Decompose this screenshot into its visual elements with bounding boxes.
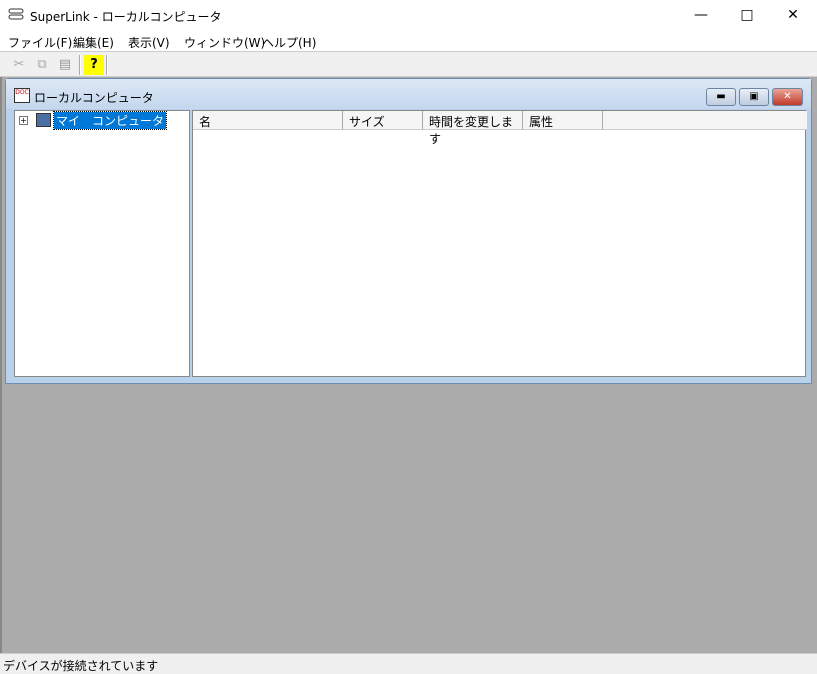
menu-edit[interactable]: 編集(E)	[73, 34, 114, 51]
toolbar-separator	[106, 55, 108, 75]
doc-icon: DOC	[14, 88, 30, 103]
menu-view[interactable]: 表示(V)	[128, 34, 170, 51]
maximize-button[interactable]: □	[724, 0, 770, 31]
column-attributes[interactable]: 属性	[523, 111, 603, 130]
local-computer-window: DOC ローカルコンピュータ ▬ ▣ ✕ + マイ コンピュータ 名 サイズ 時…	[5, 78, 812, 384]
help-icon[interactable]: ?	[84, 55, 104, 75]
toolbar-separator	[79, 55, 81, 75]
status-bar: デバイスが接続されています	[0, 653, 817, 674]
toolbar: ✂ ⧉ ▤ ?	[0, 51, 817, 77]
window-title: SuperLink - ローカルコンピュータ	[30, 10, 222, 24]
menu-file[interactable]: ファイル(F)	[8, 34, 72, 51]
status-text: デバイスが接続されています	[3, 659, 159, 673]
app-icon	[8, 7, 24, 23]
copy-icon[interactable]: ⧉	[32, 55, 52, 75]
menu-bar: ファイル(F) 編集(E) 表示(V) ウィンドウ(W) ヘルプ(H)	[0, 31, 817, 51]
expand-icon[interactable]: +	[19, 116, 28, 125]
title-bar: SuperLink - ローカルコンピュータ — □ ✕	[0, 0, 817, 31]
paste-icon[interactable]: ▤	[55, 55, 75, 75]
column-size[interactable]: サイズ	[343, 111, 423, 130]
child-title-bar: DOC ローカルコンピュータ ▬ ▣ ✕	[6, 79, 811, 109]
cut-icon[interactable]: ✂	[9, 55, 29, 75]
tree-item-my-computer[interactable]: マイ コンピュータ	[52, 111, 168, 130]
close-button[interactable]: ✕	[770, 0, 816, 31]
mdi-area: DOC ローカルコンピュータ ▬ ▣ ✕ + マイ コンピュータ 名 サイズ 時…	[0, 77, 817, 653]
column-name[interactable]: 名	[193, 111, 343, 130]
child-restore-button[interactable]: ▣	[739, 88, 769, 106]
child-minimize-button[interactable]: ▬	[706, 88, 736, 106]
child-title: ローカルコンピュータ	[34, 91, 154, 105]
menu-window[interactable]: ウィンドウ(W)	[184, 34, 265, 51]
child-close-button[interactable]: ✕	[772, 88, 803, 106]
minimize-button[interactable]: —	[678, 0, 724, 31]
computer-icon	[36, 113, 51, 127]
file-list[interactable]: 名 サイズ 時間を変更します 属性	[192, 110, 807, 377]
folder-tree[interactable]: + マイ コンピュータ	[14, 110, 190, 377]
column-filler	[603, 111, 807, 130]
column-modified[interactable]: 時間を変更します	[423, 111, 523, 146]
menu-help[interactable]: ヘルプ(H)	[262, 34, 316, 51]
